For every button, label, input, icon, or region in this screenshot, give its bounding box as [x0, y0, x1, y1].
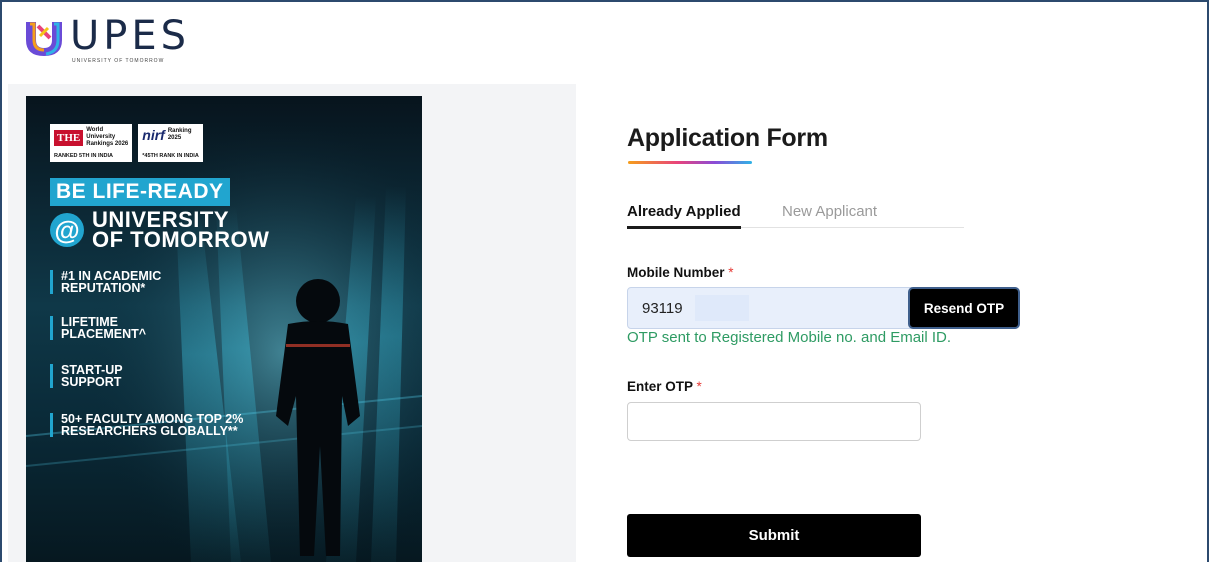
masked-digits — [695, 295, 749, 321]
the-line3: Rankings 2026 — [86, 141, 129, 147]
tab-already-applied[interactable]: Already Applied — [627, 203, 741, 229]
otp-input[interactable] — [627, 402, 921, 441]
poster-feature-line: REPUTATION* — [61, 281, 146, 295]
poster-feature: START-UP SUPPORT — [50, 364, 123, 388]
tab-new-applicant[interactable]: New Applicant — [782, 203, 877, 220]
upes-logo-mark-icon — [26, 22, 62, 56]
form-title: Application Form — [627, 124, 828, 152]
nirf-line1: Ranking — [167, 128, 192, 134]
mobile-number-input[interactable] — [627, 287, 917, 329]
nirf-logo: nirf — [142, 127, 165, 143]
title-underline — [628, 161, 752, 164]
poster-headline: BE LIFE-READY — [50, 178, 230, 206]
nirf-line2: 2025 — [167, 135, 182, 141]
poster-university-line2: OF TOMORROW — [92, 227, 270, 252]
required-mark: * — [696, 379, 702, 394]
poster-university: @ UNIVERSITY OF TOMORROW — [50, 209, 270, 252]
logo-tagline: UNIVERSITY OF TOMORROW — [72, 58, 165, 64]
the-line2: University — [86, 134, 116, 140]
the-logo: THE — [54, 129, 84, 146]
resend-otp-button[interactable]: Resend OTP — [908, 287, 1020, 329]
poster-feature: 50+ FACULTY AMONG TOP 2% RESEARCHERS GLO… — [50, 413, 243, 437]
the-ranking-badge: THE World University Rankings 2026 RANKE… — [50, 124, 133, 162]
mobile-number-label-text: Mobile Number — [627, 265, 725, 280]
applicant-tabs: Already Applied New Applicant — [627, 203, 964, 229]
enter-otp-label: Enter OTP * — [627, 379, 702, 394]
poster-feature: #1 IN ACADEMIC REPUTATION* — [50, 270, 161, 294]
the-rank-foot: RANKED 5TH IN INDIA — [54, 153, 113, 159]
upes-logo[interactable]: UPES UNIVERSITY OF TOMORROW — [22, 16, 190, 68]
at-symbol-icon: @ — [50, 213, 84, 247]
otp-sent-message: OTP sent to Registered Mobile no. and Em… — [627, 329, 952, 346]
submit-button[interactable]: Submit — [627, 514, 921, 557]
mobile-number-group: Resend OTP — [627, 287, 1020, 329]
poster-feature-line: SUPPORT — [61, 375, 122, 389]
promo-poster: THE World University Rankings 2026 RANKE… — [26, 96, 422, 562]
nirf-ranking-badge: nirf Ranking 2025 *45TH RANK IN INDIA — [138, 124, 203, 162]
mobile-number-label: Mobile Number * — [627, 265, 734, 280]
required-mark: * — [728, 265, 734, 280]
logo-wordmark: UPES — [70, 13, 191, 59]
poster-feature-line: PLACEMENT^ — [61, 327, 147, 341]
nirf-rank-foot: *45TH RANK IN INDIA — [142, 153, 199, 159]
rankings-row: THE World University Rankings 2026 RANKE… — [50, 124, 203, 162]
poster-feature-line: RESEARCHERS GLOBALLY** — [61, 424, 238, 438]
poster-feature: LIFETIME PLACEMENT^ — [50, 316, 146, 340]
the-line1: World — [86, 127, 104, 133]
enter-otp-label-text: Enter OTP — [627, 379, 693, 394]
